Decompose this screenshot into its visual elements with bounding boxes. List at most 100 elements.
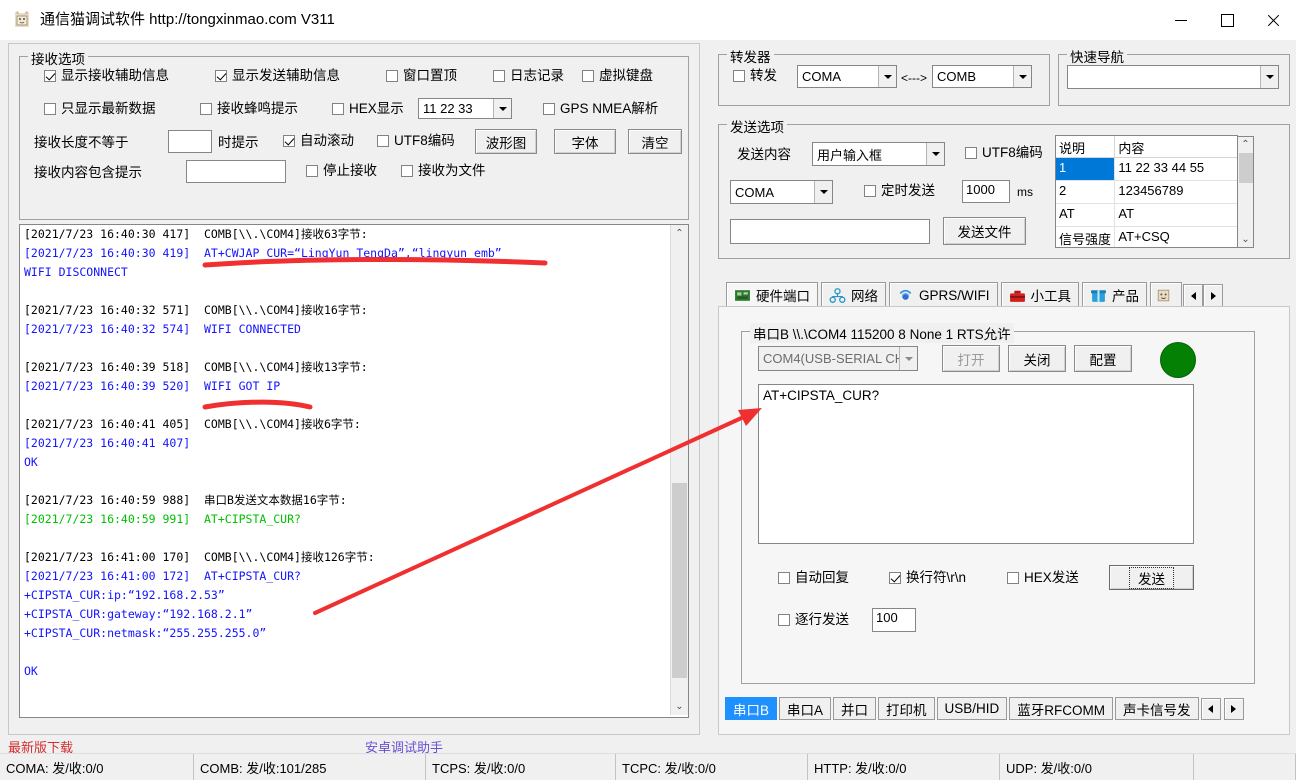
send-text-input[interactable]: AT+CIPSTA_CUR? [758, 384, 1194, 544]
line-delay-input[interactable]: 100 [872, 608, 916, 632]
device-tab-串口B[interactable]: 串口B [725, 697, 778, 720]
waveform-button[interactable]: 波形图 [475, 129, 537, 154]
checkbox-hex-display[interactable]: HEX显示 [332, 102, 404, 116]
tab-GPRS/WIFI[interactable]: GPRS/WIFI [889, 282, 998, 308]
table-cell-content: 11 22 33 44 55 [1118, 160, 1205, 175]
hex-format-combo[interactable]: 11 22 33 [418, 98, 512, 119]
checkbox-virtual-keyboard[interactable]: 虚拟键盘 [582, 69, 653, 83]
checkbox-gps-nmea[interactable]: GPS NMEA解析 [543, 102, 658, 116]
tab-小工具[interactable]: 小工具 [1000, 282, 1079, 308]
quick-nav-combo[interactable] [1067, 65, 1279, 89]
receive-log-scrollbar[interactable]: ⌃ ⌄ [670, 225, 688, 715]
recv-contains-input[interactable] [186, 160, 286, 183]
checkbox-auto-reply[interactable]: 自动回复 [778, 571, 849, 585]
device-tab-打印机[interactable]: 打印机 [878, 697, 935, 720]
forwarder-port-a-combo[interactable]: COMA [797, 65, 897, 88]
cat-icon [1157, 289, 1170, 301]
forwarder-port-b-combo[interactable]: COMB [932, 65, 1032, 88]
send-content-combo[interactable]: 用户输入框 [812, 142, 945, 166]
recv-length-input[interactable] [168, 130, 212, 153]
close-port-button[interactable]: 关闭 [1008, 345, 1066, 372]
device-tab-USB/HID[interactable]: USB/HID [936, 697, 1008, 720]
tab-硬件端口[interactable]: 硬件端口 [726, 282, 818, 308]
checkbox-box [377, 135, 389, 147]
table-row[interactable]: 2 123456789 [1056, 181, 1237, 204]
scrollbar-thumb[interactable] [1239, 153, 1253, 183]
checkbox-recv-to-file[interactable]: 接收为文件 [401, 164, 486, 178]
serial-b-group: 串口B \\.\COM4 115200 8 None 1 RTS允许 COM4(… [741, 323, 1255, 684]
serial-port-combo[interactable]: COM4(USB-SERIAL CH [758, 346, 918, 371]
receive-options-legend: 接收选项 [28, 48, 88, 68]
checkbox-utf8-encoding[interactable]: UTF8编码 [377, 134, 455, 148]
config-port-button[interactable]: 配置 [1074, 345, 1132, 372]
device-tab-串口A[interactable]: 串口A [779, 697, 832, 720]
tab-产品[interactable]: 产品 [1082, 282, 1147, 308]
send-file-path-input[interactable] [730, 219, 930, 244]
chevron-down-icon[interactable] [1260, 66, 1278, 88]
checkbox-stop-recv[interactable]: 停止接收 [306, 164, 377, 178]
device-tab-scroll-left-button[interactable] [1200, 698, 1221, 720]
device-tab-并口[interactable]: 并口 [833, 697, 877, 720]
checkbox-log-record[interactable]: 日志记录 [493, 69, 564, 83]
chevron-down-icon[interactable] [814, 181, 832, 203]
category-tab-bar[interactable]: 硬件端口 网络 GPRS/WIFI 小工具 产品 [726, 280, 1266, 308]
maximize-button[interactable] [1204, 0, 1250, 40]
send-button-label: 发送 [1129, 566, 1174, 589]
scroll-up-icon[interactable]: ⌃ [671, 225, 688, 242]
checkbox-recv-beep[interactable]: 接收蜂鸣提示 [200, 102, 298, 116]
checkbox-always-on-top[interactable]: 窗口置顶 [386, 69, 457, 83]
tab-scroll-right-button[interactable] [1203, 284, 1223, 308]
checkbox-box [44, 70, 56, 82]
tab-网络[interactable]: 网络 [821, 282, 886, 308]
font-button[interactable]: 字体 [554, 129, 616, 154]
device-tab-蓝牙RFCOMM[interactable]: 蓝牙RFCOMM [1009, 697, 1114, 720]
receive-options-group: 接收选项 显示接收辅助信息 显示发送辅助信息 窗口置顶 日志记录 虚拟键盘 只显… [19, 48, 689, 220]
scroll-up-icon[interactable]: ⌃ [1238, 137, 1253, 152]
log-line: [2021/7/23 16:40:30 417] COMB[\\.\COM4]接… [24, 227, 368, 241]
scroll-down-icon[interactable]: ⌄ [671, 698, 688, 715]
wireless-icon [899, 289, 912, 300]
send-content-label: 发送内容 [737, 147, 791, 162]
serial-b-legend: 串口B \\.\COM4 115200 8 None 1 RTS允许 [750, 323, 1014, 343]
checkbox-send-utf8[interactable]: UTF8编码 [965, 146, 1043, 160]
shortcut-command-table[interactable]: 说明 内容 1 11 22 33 44 55 2 123456789 AT AT 信号强度 A… [1055, 135, 1238, 248]
checkbox-show-send-aux[interactable]: 显示发送辅助信息 [215, 69, 340, 83]
open-port-button[interactable]: 打开 [942, 345, 1000, 372]
checkbox-auto-scroll[interactable]: 自动滚动 [283, 134, 354, 148]
checkbox-only-latest-data[interactable]: 只显示最新数据 [44, 102, 156, 116]
chevron-down-icon[interactable] [899, 347, 917, 370]
scroll-down-icon[interactable]: ⌄ [1238, 232, 1253, 247]
clear-button[interactable]: 清空 [628, 129, 682, 154]
receive-log-textarea[interactable]: [2021/7/23 16:40:30 417] COMB[\\.\COM4]接… [19, 224, 689, 718]
tab-more[interactable] [1150, 282, 1182, 308]
checkbox-line-by-line-send[interactable]: 逐行发送 [778, 613, 849, 627]
chevron-down-icon[interactable] [493, 99, 511, 118]
device-tab-scroll-right-button[interactable] [1223, 698, 1244, 720]
maximize-icon [1220, 13, 1234, 27]
checkbox-box [332, 103, 344, 115]
shortcut-table-scrollbar[interactable]: ⌃ ⌄ [1238, 136, 1254, 248]
send-interval-input[interactable]: 1000 [962, 180, 1010, 203]
checkbox-show-recv-aux[interactable]: 显示接收辅助信息 [44, 69, 169, 83]
send-port-combo[interactable]: COMA [730, 180, 833, 204]
checkbox-newline[interactable]: 换行符\r\n [889, 571, 966, 585]
scrollbar-thumb[interactable] [672, 483, 687, 678]
tab-scroll-left-button[interactable] [1183, 284, 1203, 308]
checkbox-hex-send[interactable]: HEX发送 [1007, 571, 1079, 585]
send-button[interactable]: 发送 [1109, 565, 1194, 590]
table-row[interactable]: 信号强度 AT+CSQ [1056, 227, 1237, 247]
minimize-button[interactable] [1158, 0, 1204, 40]
chevron-down-icon[interactable] [878, 66, 896, 87]
device-tab-声卡信号发[interactable]: 声卡信号发 [1115, 697, 1199, 720]
checkbox-timed-send[interactable]: 定时发送 [864, 184, 935, 198]
checkbox-forward[interactable]: 转发 [733, 69, 777, 83]
chevron-down-icon[interactable] [926, 143, 944, 165]
chevron-down-icon[interactable] [1013, 66, 1031, 87]
send-file-button[interactable]: 发送文件 [943, 217, 1026, 245]
checkbox-label: 定时发送 [881, 183, 935, 198]
table-row[interactable]: AT AT [1056, 204, 1237, 227]
table-row[interactable]: 1 11 22 33 44 55 [1056, 158, 1237, 181]
device-tab-bar[interactable]: 串口B 串口A 并口 打印机 USB/HID 蓝牙RFCOMM 声卡信号发 [725, 695, 1261, 720]
device-panel: 串口B \\.\COM4 115200 8 None 1 RTS允许 COM4(… [718, 306, 1290, 735]
close-button[interactable] [1250, 0, 1296, 40]
